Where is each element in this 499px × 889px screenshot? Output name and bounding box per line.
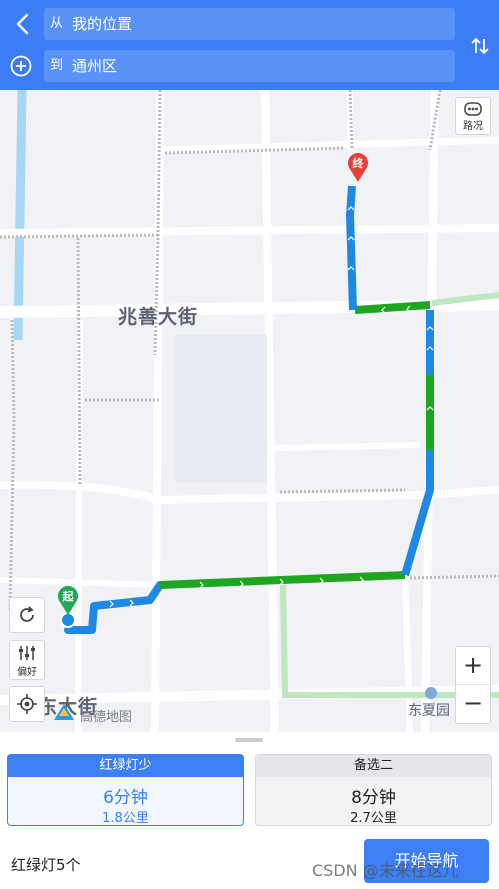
refresh-icon	[20, 606, 34, 622]
river	[13, 90, 27, 341]
preference-button[interactable]: 偏好	[9, 640, 45, 680]
route-option-2[interactable]: 备选二 8分钟 2.7公里	[255, 754, 492, 826]
route-distance: 1.8公里	[102, 811, 149, 826]
traffic-light-count: 红绿灯5个	[11, 856, 81, 874]
refresh-button[interactable]	[9, 597, 45, 633]
traffic-toggle-button[interactable]: 路况	[455, 97, 491, 135]
route-sheet: 红绿灯少 6分钟 1.8公里 备选二 8分钟 2.7公里 红绿灯5个 开始导航 …	[0, 732, 499, 889]
zoom-out-button[interactable]: −	[456, 685, 490, 722]
zoom-control: + −	[455, 646, 491, 724]
map-logo: 高德地图	[80, 710, 133, 725]
zoom-in-button[interactable]: +	[456, 647, 490, 685]
traffic-label: 路况	[463, 121, 483, 132]
locate-button[interactable]	[9, 686, 45, 722]
destination-value: 通州区	[72, 57, 118, 75]
swap-icon[interactable]	[469, 35, 491, 57]
drag-handle[interactable]	[235, 738, 263, 742]
destination-prefix: 到	[50, 58, 64, 73]
sliders-icon	[19, 646, 35, 660]
chevron-left-icon	[16, 13, 29, 35]
route-tag: 备选二	[256, 755, 491, 777]
add-waypoint-icon[interactable]	[10, 55, 32, 77]
route-tag: 红绿灯少	[8, 755, 243, 777]
route-segment	[64, 581, 164, 634]
amap-logo-icon	[54, 704, 74, 720]
route-time: 8分钟	[351, 788, 396, 808]
origin-value: 我的位置	[72, 15, 133, 33]
route-segment	[346, 185, 357, 311]
start-marker-label: 起	[62, 590, 74, 603]
watermark: CSDN @未来在这儿	[312, 861, 459, 880]
street-label: 兆善大街	[118, 306, 199, 328]
building-block	[175, 335, 267, 483]
origin-prefix: 从	[50, 16, 64, 31]
poi-icon	[425, 687, 437, 699]
route-segment	[354, 301, 431, 314]
destination-field[interactable]: 到 通州区	[44, 50, 455, 82]
route-option-1[interactable]: 红绿灯少 6分钟 1.8公里	[7, 754, 244, 826]
preference-label: 偏好	[17, 667, 37, 678]
back-button[interactable]	[10, 10, 36, 38]
locate-icon	[17, 694, 37, 714]
map-view[interactable]: 终 起 兆善大街 东大街 东夏园 高德地图 路况 偏好 + −	[0, 90, 499, 732]
route-distance: 2.7公里	[350, 811, 397, 826]
origin-field[interactable]: 从 我的位置	[44, 8, 455, 40]
map-canvas	[0, 90, 499, 732]
route-time: 6分钟	[103, 788, 148, 808]
route-header: 从 我的位置 到 通州区	[0, 0, 499, 90]
poi-label: 东夏园	[408, 703, 450, 719]
traffic-icon	[464, 102, 482, 116]
route-segment	[159, 571, 406, 589]
end-marker-label: 终	[352, 157, 364, 170]
